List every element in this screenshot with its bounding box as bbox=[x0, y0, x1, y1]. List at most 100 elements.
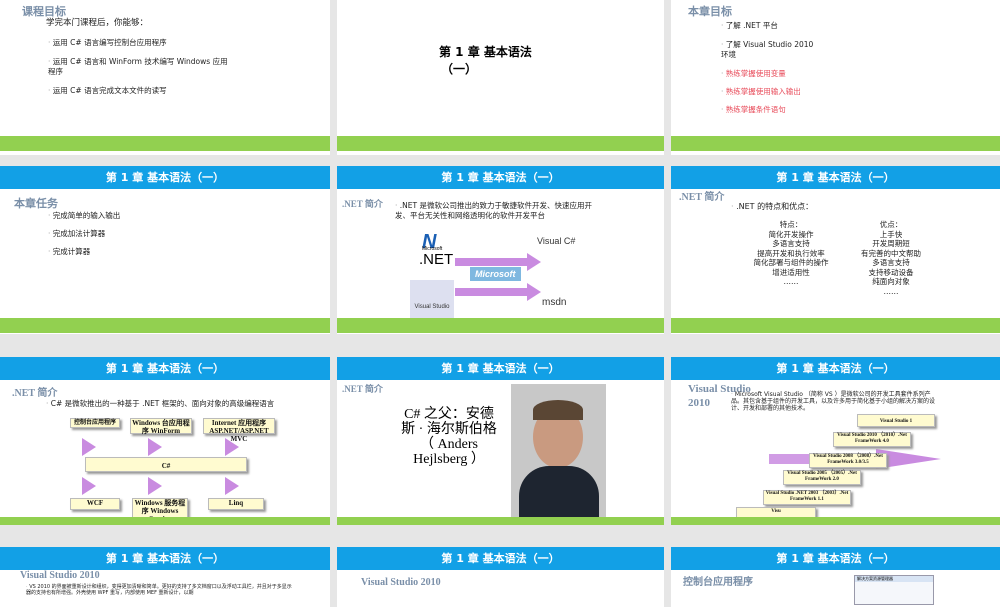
footer-bar bbox=[337, 318, 664, 333]
slide-9[interactable]: 第 1 章 基本语法（一） Visual Studio 2010 Microso… bbox=[671, 357, 1000, 525]
arrow-icon bbox=[148, 477, 162, 495]
list-item: 运用 C# 语言编写控制台应用程序 bbox=[48, 38, 228, 48]
diagram-box: Linq bbox=[208, 498, 264, 510]
slide-10[interactable]: 第 1 章 基本语法（一） Visual Studio 2010 VS 2010… bbox=[0, 547, 330, 607]
slide-title: .NET 简介 bbox=[342, 384, 383, 394]
diagram-box: WCF bbox=[70, 498, 120, 510]
slide-title: Visual Studio 2010 bbox=[361, 577, 441, 588]
list-item: 简化部署与组件的操作 bbox=[753, 258, 829, 267]
timeline-box: Visual Studio 2005 （2005）.Net FrameWork … bbox=[783, 470, 861, 485]
footer-bar bbox=[337, 517, 664, 525]
list-item: …… bbox=[883, 286, 899, 296]
slide-3[interactable]: 本章目标 了解 .NET 平台 了解 Visual Studio 2010 环境… bbox=[671, 0, 1000, 155]
intro: .NET 的特点和优点： bbox=[731, 202, 813, 212]
slide-header: 第 1 章 基本语法（一） bbox=[0, 166, 330, 189]
slide-header: 第 1 章 基本语法（一） bbox=[671, 547, 1000, 570]
visual-csharp-logo: Visual C# bbox=[537, 236, 576, 246]
slide-2[interactable]: 第 1 章 基本语法 （一） bbox=[337, 0, 664, 155]
arrow-icon bbox=[225, 438, 239, 456]
footer-bar bbox=[671, 136, 1000, 151]
slide-header: 第 1 章 基本语法（一） bbox=[0, 547, 330, 570]
slide-title: 课程目标 bbox=[22, 5, 66, 18]
list-item: 熟练掌握使用输入输出 bbox=[721, 87, 801, 97]
chapter-subtitle: （一） bbox=[441, 62, 478, 76]
advantages-heading: 优点： bbox=[879, 220, 903, 229]
list-item: 熟练掌握使用变量 bbox=[721, 69, 786, 79]
slide-12[interactable]: 第 1 章 基本语法（一） 控制台应用程序 解决方案资源管理器 bbox=[671, 547, 1000, 607]
intro: 学完本门课程后，你能够： bbox=[46, 18, 149, 28]
slide-title: .NET 简介 bbox=[12, 388, 58, 399]
solution-explorer-thumbnail: 解决方案资源管理器 bbox=[854, 575, 934, 605]
slide-title: Visual Studio 2010 bbox=[20, 570, 100, 581]
footer-bar bbox=[671, 517, 1000, 525]
slide-header: 第 1 章 基本语法（一） bbox=[671, 357, 1000, 380]
footer-bar bbox=[337, 136, 664, 151]
list-item: 熟练掌握条件语句 bbox=[721, 105, 786, 115]
logo-text: .NET bbox=[419, 251, 454, 268]
arrow-icon bbox=[82, 477, 96, 495]
slide-header: 第 1 章 基本语法（一） bbox=[0, 357, 330, 380]
visual-studio-logo: Visual Studio bbox=[410, 280, 454, 322]
features-list: 特点： 简化开发操作 多语言支持 提高开发和执行效率 简化部署与组件的操作 增进… bbox=[741, 220, 841, 287]
slide-header: 第 1 章 基本语法（一） bbox=[337, 166, 664, 189]
timeline-box: Visual Studio 1 bbox=[857, 414, 935, 427]
list-item: 开发周期短 bbox=[872, 239, 910, 248]
slide-title: .NET 简介 bbox=[342, 199, 383, 209]
footer-bar bbox=[0, 136, 330, 151]
description: Microsoft Visual Studio （简称 VS ）是微软公司的开发… bbox=[731, 391, 936, 412]
advantages-list: 优点： 上手快 开发周期短 有完善的中文帮助 多语言支持 支持移动设备 纯面向对… bbox=[851, 220, 931, 296]
list-item: 运用 C# 语言完成文本文件的读写 bbox=[48, 86, 228, 96]
microsoft-logo: Microsoft bbox=[470, 267, 521, 281]
list-item: 简化开发操作 bbox=[768, 229, 814, 239]
list-item: 纯面向对象 bbox=[872, 277, 910, 286]
arrow-icon bbox=[148, 438, 162, 456]
slide-title: 本章目标 bbox=[688, 5, 732, 18]
slide-11[interactable]: 第 1 章 基本语法（一） Visual Studio 2010 bbox=[337, 547, 664, 607]
timeline-box: Visual Studio .NET 2003 （2003）.Net Frame… bbox=[763, 490, 851, 505]
diagram-box: Internet 应用程序 ASP.NET/ASP.NET MVC bbox=[203, 418, 275, 443]
slide-title: 本章任务 bbox=[14, 197, 58, 210]
list-item: …… bbox=[783, 277, 799, 286]
list-item: 运用 C# 语言和 WinForm 技术编写 Windows 应用程序 bbox=[48, 57, 228, 77]
footer-bar bbox=[671, 318, 1000, 333]
slide-7[interactable]: 第 1 章 基本语法（一） .NET 简介 C# 是微软推出的一种基于 .NET… bbox=[0, 357, 330, 525]
slide-title: .NET 简介 bbox=[679, 192, 725, 203]
slide-title: 控制台应用程序 bbox=[683, 577, 753, 588]
slide-header: 第 1 章 基本语法（一） bbox=[671, 166, 1000, 189]
diagram-box: 控制台应用程序 bbox=[70, 418, 120, 428]
description: .NET 是微软公司推出的致力于敏捷软件开发、快速应用开发、平台无关性和网络透明… bbox=[395, 201, 605, 221]
arrow-shaft bbox=[455, 288, 530, 296]
thumbnail-title: 解决方案资源管理器 bbox=[855, 576, 933, 582]
slide-8[interactable]: 第 1 章 基本语法（一） .NET 简介 C# 之父：安德斯 · 海尔斯伯格 … bbox=[337, 357, 664, 525]
list-item: 增进适用性 bbox=[772, 267, 810, 277]
list-item: 支持移动设备 bbox=[868, 267, 914, 277]
slide-6[interactable]: 第 1 章 基本语法（一） .NET 简介 .NET 的特点和优点： 特点： 简… bbox=[671, 166, 1000, 334]
footer-bar bbox=[0, 517, 330, 525]
list-item: 完成加法计算器 bbox=[48, 229, 106, 239]
arrow-icon bbox=[527, 283, 541, 301]
slide-header: 第 1 章 基本语法（一） bbox=[337, 547, 664, 570]
list-item: 了解 .NET 平台 bbox=[721, 21, 778, 31]
slide-1[interactable]: 课程目标 学完本门课程后，你能够： 运用 C# 语言编写控制台应用程序 运用 C… bbox=[0, 0, 330, 155]
msdn-logo: msdn bbox=[542, 297, 567, 308]
list-item: 完成简单的输入输出 bbox=[48, 211, 121, 221]
slide-4[interactable]: 第 1 章 基本语法（一） 本章任务 完成简单的输入输出 完成加法计算器 完成计… bbox=[0, 166, 330, 334]
footer-bar bbox=[0, 318, 330, 333]
arrow-icon bbox=[527, 253, 541, 271]
list-item: 了解 Visual Studio 2010 环境 bbox=[721, 40, 821, 60]
list-item: 多语言支持 bbox=[872, 258, 910, 267]
list-item: 有完善的中文帮助 bbox=[861, 248, 921, 258]
portrait-photo bbox=[511, 384, 606, 517]
slide-header: 第 1 章 基本语法（一） bbox=[337, 357, 664, 380]
slide-5[interactable]: 第 1 章 基本语法（一） .NET 简介 .NET 是微软公司推出的致力于敏捷… bbox=[337, 166, 664, 334]
arrow-shaft bbox=[455, 258, 530, 266]
description: VS 2010 的界面被重新设计和组织，变得更加清晰和简单。更好的支持了多文档窗… bbox=[26, 584, 296, 596]
list-item: 上手快 bbox=[879, 229, 903, 239]
features-heading: 特点： bbox=[779, 220, 803, 229]
timeline-box: Visual Studio 2010 （2010）.Net FrameWork … bbox=[833, 432, 911, 447]
arrow-icon bbox=[82, 438, 96, 456]
timeline-box: Visual Studio 2008 （2008）.Net FrameWork … bbox=[809, 453, 887, 468]
list-item: 多语言支持 bbox=[772, 239, 810, 248]
list-item: 提高开发和执行效率 bbox=[757, 248, 825, 258]
description: C# 是微软推出的一种基于 .NET 框架的、面向对象的高级编程语言 bbox=[46, 399, 286, 409]
